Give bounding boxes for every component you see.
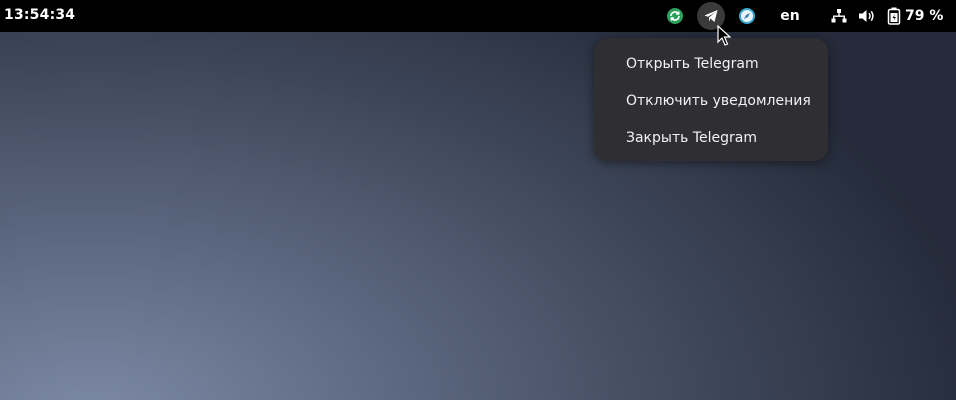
battery-percentage: 79 % (905, 8, 944, 24)
mouse-pointer-icon (717, 25, 731, 46)
network-indicator[interactable] (829, 4, 849, 28)
menu-item-label: Закрыть Telegram (626, 129, 757, 146)
menu-item-mute-notifications[interactable]: Отключить уведомления (594, 82, 828, 119)
clock[interactable]: 13:54:34 (4, 7, 75, 23)
battery-indicator[interactable]: 79 % (887, 4, 949, 28)
network-wired-icon (831, 9, 847, 23)
telegram-context-menu: Открыть Telegram Отключить уведомления З… (594, 38, 828, 161)
compass-tray-icon[interactable] (736, 4, 758, 28)
menu-item-close-telegram[interactable]: Закрыть Telegram (594, 119, 828, 156)
menu-item-open-telegram[interactable]: Открыть Telegram (594, 45, 828, 82)
battery-charging-icon (887, 7, 901, 25)
menu-item-label: Открыть Telegram (626, 55, 759, 72)
telegram-icon (704, 10, 718, 22)
menu-item-label: Отключить уведомления (626, 92, 811, 109)
compass-icon (739, 8, 755, 24)
top-bar: 13:54:34 en 79 % (0, 0, 956, 32)
volume-icon (859, 10, 874, 22)
keyboard-layout-indicator[interactable]: en (778, 4, 802, 28)
volume-indicator[interactable] (857, 4, 877, 28)
sync-icon (667, 8, 683, 24)
keyboard-layout-label: en (780, 8, 800, 24)
sync-tray-icon[interactable] (664, 4, 686, 28)
